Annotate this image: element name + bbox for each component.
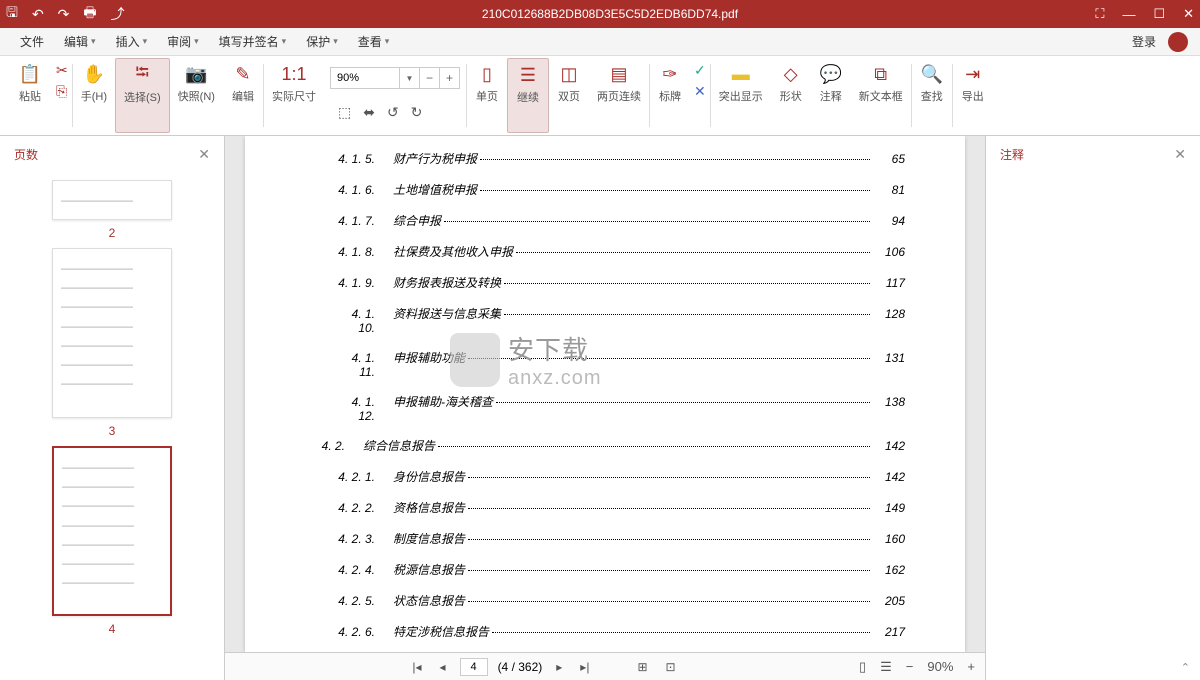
double-page-button[interactable]: ◫双页 (549, 58, 589, 133)
continuous-button[interactable]: ☰继续 (507, 58, 549, 133)
pages-panel-title: 页数 (14, 146, 38, 163)
window-buttons: ⛶ — ☐ ✕ (1095, 6, 1194, 22)
zoom-in-icon[interactable]: + (967, 659, 975, 674)
toc-row: 4. 2. 1.身份信息报告142 (305, 468, 905, 485)
share-icon[interactable]: ⤴ (111, 4, 125, 24)
cut-icon[interactable]: ✂ (56, 62, 68, 79)
toc-row: 4. 2. 2.资格信息报告149 (305, 499, 905, 516)
save-icon[interactable]: 🖫 (6, 2, 18, 26)
zoom-dropdown[interactable]: ▼ (400, 67, 420, 89)
menu-edit[interactable]: 编辑▾ (56, 33, 104, 50)
menu-protect[interactable]: 保护▾ (298, 33, 346, 50)
toc-row: 4. 1. 11.申报辅助功能131 (305, 349, 905, 379)
highlight-button[interactable]: ▬突出显示 (711, 58, 771, 133)
view2-icon[interactable]: ☰ (880, 659, 892, 675)
menu-review[interactable]: 审阅▾ (159, 33, 207, 50)
snapshot-tool[interactable]: 📷快照(N) (170, 58, 223, 133)
thumbnails[interactable]: ————————————————————————————————————————… (0, 172, 224, 680)
textbox-button[interactable]: ⧉新文本框 (851, 58, 911, 133)
toc-row: 4. 1. 10.资料报送与信息采集128 (305, 305, 905, 335)
close-icon[interactable]: ✕ (1174, 146, 1186, 163)
redo-icon[interactable]: ↷ (58, 6, 70, 23)
hand-tool[interactable]: ✋手(H) (73, 58, 115, 133)
toc-row: 4. 2.综合信息报告142 (305, 437, 905, 454)
actualsize-button[interactable]: 1:1实际尺寸 (264, 58, 324, 133)
last-page-icon[interactable]: ▸| (576, 660, 593, 674)
maximize-icon[interactable]: ☐ (1153, 6, 1165, 22)
next-page-icon[interactable]: ▸ (552, 660, 566, 674)
pages-panel: 页数 ✕ ————————————————————————————————————… (0, 136, 225, 680)
export-button[interactable]: ⇥导出 (953, 58, 993, 133)
view1-icon[interactable]: ▯ (859, 659, 866, 675)
minimize-icon[interactable]: — (1122, 7, 1135, 22)
zoom-label: 90% (927, 659, 953, 674)
menu-insert[interactable]: 插入▾ (108, 33, 156, 50)
menu-view[interactable]: 查看▾ (350, 33, 398, 50)
fit-page-icon[interactable]: ⬚ (338, 104, 351, 121)
quick-access: 🖫 ↶ ↷ 🖶 ⤴ (6, 2, 125, 26)
typewriter-button[interactable]: ✑标牌 (650, 58, 690, 133)
document-page: 4. 1. 5.财产行为税申报65 4. 1. 6.土地增值税申报81 4. 1. … (245, 136, 965, 652)
fullscreen-icon[interactable]: ⛶ (1095, 6, 1104, 22)
menubar: 文件 编辑▾ 插入▾ 审阅▾ 填写并签名▾ 保护▾ 查看▾ 登录 (0, 28, 1200, 56)
shape-button[interactable]: ◇形状 (771, 58, 811, 133)
select-tool[interactable]: ⭾选择(S) (115, 58, 170, 133)
double-continuous-button[interactable]: ▤两页连续 (589, 58, 649, 133)
toc-row: 4. 1. 9.财务报表报送及转换117 (305, 274, 905, 291)
login-button[interactable]: 登录 (1124, 33, 1164, 50)
fit-width-icon[interactable]: ⬌ (363, 104, 375, 121)
zoom-control: ▼ − + (330, 66, 460, 90)
first-page-icon[interactable]: |◂ (408, 660, 425, 674)
document-scroll[interactable]: 4. 1. 5.财产行为税申报65 4. 1. 6.土地增值税申报81 4. 1. … (225, 136, 985, 652)
toc-row: 4. 2. 6.特定涉税信息报告217 (305, 623, 905, 640)
toc-row: 4. 2. 5.状态信息报告205 (305, 592, 905, 609)
single-page-button[interactable]: ▯单页 (467, 58, 507, 133)
comment-button[interactable]: 💬注释 (811, 58, 851, 133)
paste-button[interactable]: 📋粘贴 (8, 58, 52, 133)
workspace: 页数 ✕ ————————————————————————————————————… (0, 136, 1200, 680)
toc-row: 4. 2. 4.税源信息报告162 (305, 561, 905, 578)
titlebar: 🖫 ↶ ↷ 🖶 ⤴ 210C012688B2DB08D3E5C5D2EDB6DD… (0, 0, 1200, 28)
window-title: 210C012688B2DB08D3E5C5D2EDB6DD74.pdf (125, 7, 1096, 21)
avatar[interactable] (1168, 32, 1188, 52)
undo-icon[interactable]: ↶ (32, 6, 44, 23)
thumbnail-page-3[interactable]: ————————————————————————————————————————… (52, 248, 172, 438)
toc-row: 4. 2. 3.制度信息报告160 (305, 530, 905, 547)
find-button[interactable]: 🔍查找 (912, 58, 952, 133)
annotations-panel: 注释 ✕ (985, 136, 1200, 680)
close-icon[interactable]: ✕ (198, 146, 210, 163)
menu-file[interactable]: 文件 (12, 33, 52, 50)
document-area: 4. 1. 5.财产行为税申报65 4. 1. 6.土地增值税申报81 4. 1. … (225, 136, 985, 680)
toc-row: 4. 1. 8.社保费及其他收入申报106 (305, 243, 905, 260)
page-input[interactable] (460, 658, 488, 676)
toc-row: 4. 1. 12.申报辅助-海关稽查138 (305, 393, 905, 423)
zoom-input[interactable] (330, 67, 400, 89)
edit-tool[interactable]: ✎编辑 (223, 58, 263, 133)
ribbon: 📋粘贴 ✂ ⎘ ✋手(H) ⭾选择(S) 📷快照(N) ✎编辑 1:1实际尺寸 ▼… (0, 56, 1200, 136)
rotate-right-icon[interactable]: ↻ (411, 104, 423, 121)
menu-fillsign[interactable]: 填写并签名▾ (211, 33, 295, 50)
ribbon-collapse-icon[interactable]: ⌃ (1181, 661, 1190, 674)
close-icon[interactable]: ✕ (1183, 6, 1194, 22)
annotations-panel-title: 注释 (1000, 146, 1024, 163)
rotate-left-icon[interactable]: ↺ (387, 104, 399, 121)
print-icon[interactable]: 🖶 (83, 2, 96, 26)
nav-extra1-icon[interactable]: ⊞ (633, 660, 651, 674)
cross-icon[interactable]: ✕ (694, 83, 706, 100)
zoom-in-button[interactable]: + (440, 67, 460, 89)
toc-row: 4. 1. 5.财产行为税申报65 (305, 150, 905, 167)
toc-row: 4. 1. 6.土地增值税申报81 (305, 181, 905, 198)
prev-page-icon[interactable]: ◂ (436, 660, 450, 674)
check-icon[interactable]: ✓ (694, 62, 706, 79)
copy-icon[interactable]: ⎘ (56, 83, 68, 100)
thumbnail-page-4[interactable]: ————————————————————————————————————————… (52, 446, 172, 636)
statusbar: |◂ ◂ (4 / 362) ▸ ▸| ⊞ ⊡ ▯ ☰ − 90% + (225, 652, 985, 680)
nav-extra2-icon[interactable]: ⊡ (662, 660, 680, 674)
toc-row: 4. 1. 7.综合申报94 (305, 212, 905, 229)
page-info: (4 / 362) (498, 660, 543, 674)
zoom-out-button[interactable]: − (420, 67, 440, 89)
zoom-out-icon[interactable]: − (906, 659, 914, 674)
thumbnail-page-2[interactable]: ————————————————————————————————————————… (52, 180, 172, 240)
